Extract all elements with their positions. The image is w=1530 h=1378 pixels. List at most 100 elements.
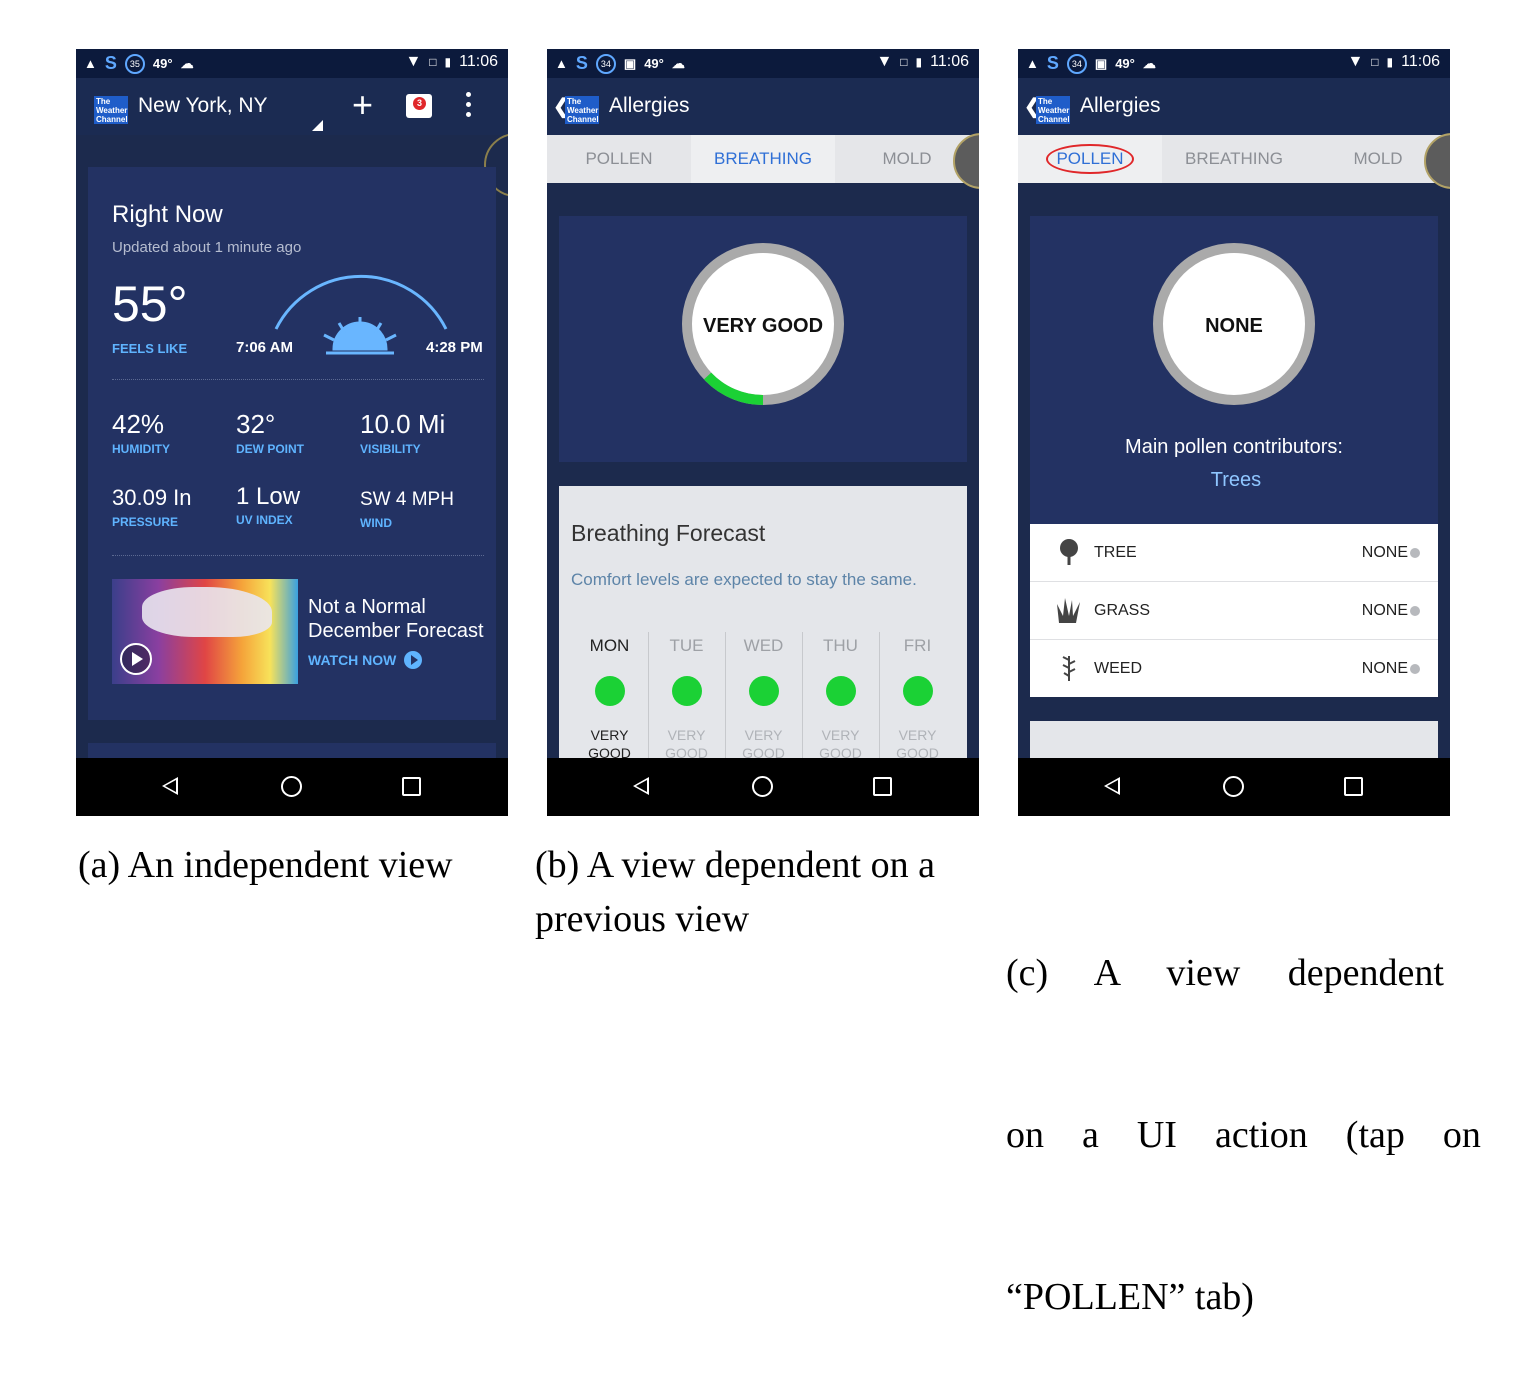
navigation-bar <box>547 758 979 816</box>
phone-screen-b: ▲ S 34 ▣ 49° ☁ ▼ □ ▮ 11:06 ❮ The Weather… <box>547 49 979 816</box>
sunset-time: 4:28 PM <box>426 339 483 356</box>
status-dot <box>1410 606 1420 616</box>
play-circle-icon <box>404 651 423 669</box>
image-icon: ▣ <box>623 55 637 71</box>
play-icon[interactable] <box>120 643 152 675</box>
navigation-bar <box>76 758 508 816</box>
stat-wind: SW 4 MPH WIND <box>360 489 454 530</box>
app-bar: ❮ The Weather Channel Allergies <box>1018 78 1450 135</box>
weather-app-icon: ☁ <box>180 55 194 71</box>
weather-app-icon: ☁ <box>671 55 685 71</box>
no-sim-icon: □ <box>1371 55 1379 69</box>
battery-icon: ▮ <box>915 55 923 69</box>
status-temp: 49° <box>644 56 664 71</box>
phone-screen-c: ▲ S 34 ▣ 49° ☁ ▼ □ ▮ 11:06 ❮ The Weather… <box>1018 49 1450 816</box>
caption-a: (a) An independent view <box>78 844 453 886</box>
contributors-value: Trees <box>1210 469 1262 491</box>
caption-c: (c) A view dependent on a UI action (tap… <box>1006 952 1481 1318</box>
divider <box>112 379 484 380</box>
sync-icon: S <box>104 53 117 73</box>
stat-dew-point: 32° DEW POINT <box>236 409 304 456</box>
caption-b: (b) A view dependent on a previous view <box>535 844 935 940</box>
status-dot <box>671 676 702 706</box>
wifi-icon: ▼ <box>876 53 893 70</box>
home-icon[interactable] <box>281 776 302 797</box>
tree-icon <box>1060 539 1078 565</box>
app-bar: ❮ The Weather Channel Allergies <box>547 78 979 135</box>
weather-channel-logo[interactable]: The Weather Channel <box>1036 96 1070 124</box>
stat-pressure: 30.09 In PRESSURE <box>112 485 192 529</box>
weather-channel-logo[interactable]: The Weather Channel <box>565 96 599 124</box>
pollen-gauge: NONE <box>1150 240 1318 408</box>
pollen-gauge-card: NONE Main pollen contributors: Trees <box>1030 216 1438 524</box>
grass-icon <box>1057 598 1080 623</box>
sync-icon: S <box>1046 53 1059 73</box>
status-dot <box>1410 664 1420 674</box>
video-thumbnail[interactable] <box>112 579 298 684</box>
status-dot <box>1410 548 1420 558</box>
notification-icon: ▲ <box>84 56 97 71</box>
no-sim-icon: □ <box>429 55 437 69</box>
back-icon[interactable] <box>162 777 178 795</box>
status-temp: 49° <box>152 56 173 71</box>
tab-pollen[interactable]: POLLEN <box>1018 135 1162 183</box>
wifi-icon: ▼ <box>1347 53 1364 70</box>
gift-icon[interactable]: 3 <box>406 94 432 118</box>
location-dropdown-icon[interactable] <box>312 120 323 131</box>
video-title[interactable]: Not a Normal December Forecast <box>308 595 484 643</box>
forecast-day: TUE VERY GOOD <box>648 632 726 758</box>
recent-apps-icon[interactable] <box>402 777 421 796</box>
divider <box>112 555 484 556</box>
status-temp: 49° <box>1115 56 1135 71</box>
battery-icon: ▮ <box>444 55 452 69</box>
weed-icon <box>1062 656 1076 681</box>
breathing-forecast-card: Breathing Forecast Comfort levels are ex… <box>559 486 967 758</box>
location-title[interactable]: New York, NY <box>138 94 268 118</box>
gauge-label: NONE <box>1205 315 1263 337</box>
status-bar: ▲ S 34 ▣ 49° ☁ ▼ □ ▮ 11:06 <box>1018 49 1450 78</box>
status-dot <box>902 676 933 706</box>
breathing-gauge-card: VERY GOOD <box>559 216 967 462</box>
stat-humidity: 42% HUMIDITY <box>112 409 170 456</box>
list-item[interactable]: GRASS NONE <box>1030 582 1438 640</box>
count-badge-icon: 34 <box>595 53 616 74</box>
phone-screen-a: ▲ S 35 49° ☁ ▼ □ ▮ 11:06 The Weather Cha… <box>76 49 508 816</box>
back-icon[interactable] <box>1104 777 1120 795</box>
list-item[interactable]: WEED NONE <box>1030 640 1438 697</box>
tab-bar: POLLEN BREATHING MOLD <box>547 135 979 183</box>
stat-visibility: 10.0 Mi VISIBILITY <box>360 409 446 456</box>
weather-channel-logo[interactable]: The Weather Channel <box>94 96 128 124</box>
tab-bar: POLLEN BREATHING MOLD <box>1018 135 1450 183</box>
forecast-day: FRI VERY GOOD <box>896 636 939 758</box>
forecast-day: WED VERY GOOD <box>725 632 803 758</box>
contributors-heading: Main pollen contributors: <box>1125 436 1343 458</box>
home-icon[interactable] <box>1223 776 1244 797</box>
current-temperature: 55° <box>112 276 188 332</box>
home-icon[interactable] <box>752 776 773 797</box>
gauge-label: VERY GOOD <box>702 315 824 337</box>
app-bar: The Weather Channel New York, NY + 3 <box>76 78 508 135</box>
overflow-menu-icon[interactable] <box>466 92 472 122</box>
pollen-types-list: TREE NONE GRASS NONE WEED NONE <box>1030 524 1438 697</box>
recent-apps-icon[interactable] <box>873 777 892 796</box>
back-icon[interactable] <box>633 777 649 795</box>
gift-count-badge: 3 <box>413 97 426 110</box>
tab-breathing[interactable]: BREATHING <box>691 135 835 183</box>
tab-breathing[interactable]: BREATHING <box>1162 135 1306 183</box>
image-icon: ▣ <box>1094 55 1108 71</box>
screen-title: Allergies <box>1080 94 1161 117</box>
recent-apps-icon[interactable] <box>1344 777 1363 796</box>
status-dot <box>748 676 779 706</box>
list-item[interactable]: TREE NONE <box>1030 524 1438 582</box>
sunrise-time: 7:06 AM <box>236 339 293 356</box>
add-location-icon[interactable]: + <box>352 84 373 126</box>
no-sim-icon: □ <box>900 55 908 69</box>
watch-now-link[interactable]: WATCH NOW <box>308 651 423 669</box>
forecast-day: MON VERY GOOD <box>571 632 649 758</box>
tap-highlight-ellipse: POLLEN <box>1046 144 1134 174</box>
next-card <box>1030 721 1438 761</box>
count-badge-icon: 34 <box>1066 53 1087 74</box>
status-bar: ▲ S 35 49° ☁ ▼ □ ▮ 11:06 <box>76 49 508 78</box>
stat-uv-index: 1 Low UV INDEX <box>236 483 301 527</box>
tab-pollen[interactable]: POLLEN <box>547 135 691 183</box>
